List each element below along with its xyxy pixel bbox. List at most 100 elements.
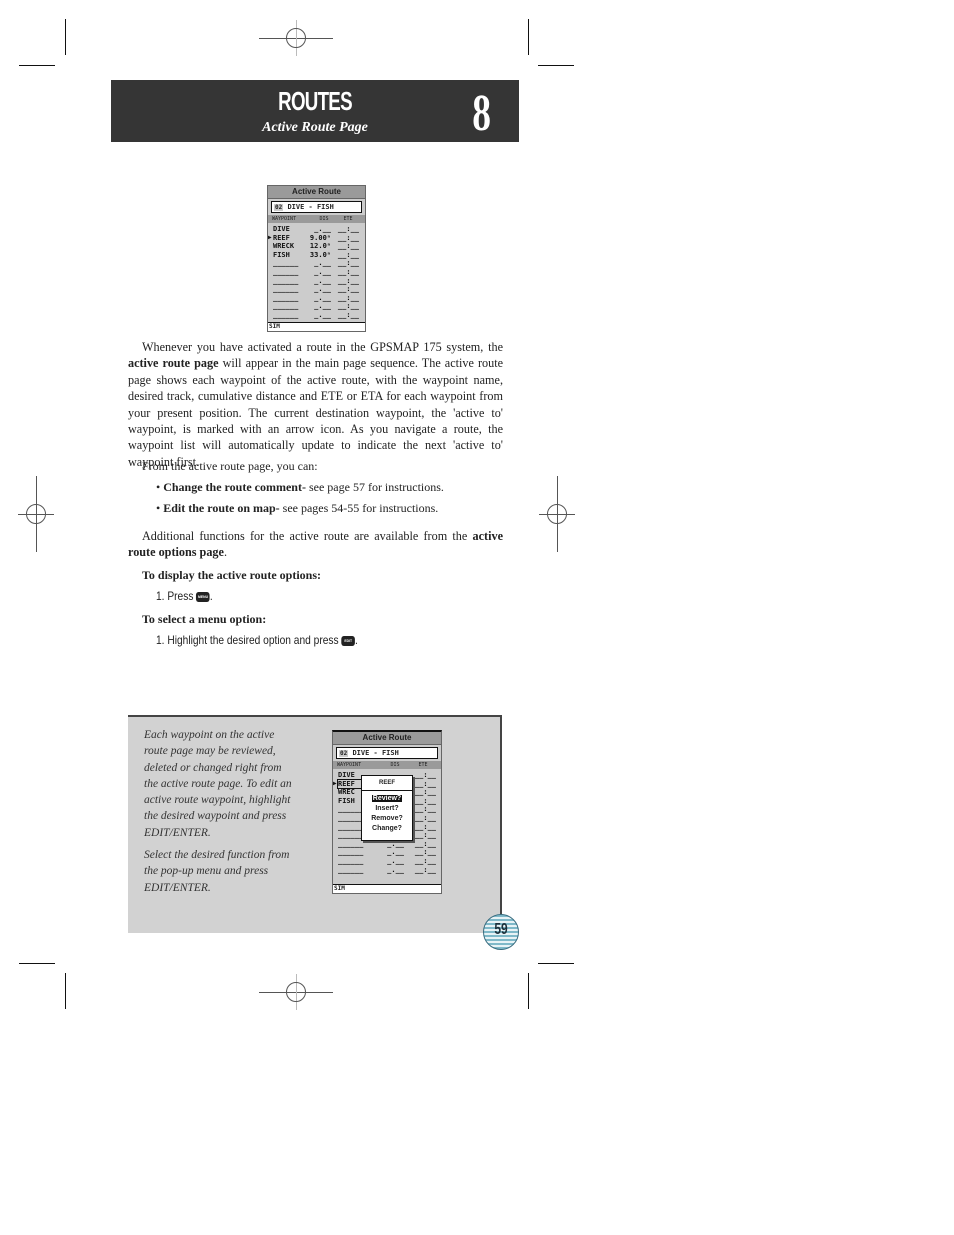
waypoint-row[interactable]: FISH 33.0ⁿ __:__ <box>268 251 365 260</box>
menu-key-icon: MENU <box>196 591 210 602</box>
status-bar: SIM <box>268 322 365 331</box>
active-route-screen: Active Route 02 DIVE - FISH WAYPOINT DIS… <box>267 185 366 332</box>
waypoint-row[interactable]: ______ _.__ __:__ <box>333 840 441 849</box>
waypoint-distance: 12.0ⁿ <box>309 242 331 251</box>
waypoint-row[interactable]: ▶ REEF 9.00ⁿ __:__ <box>268 234 365 243</box>
waypoint-row[interactable]: ______ _.__ __:__ <box>268 268 365 277</box>
col-dis: DIS <box>390 762 400 768</box>
page-number: 59 <box>494 921 508 938</box>
waypoint-ete: __:__ <box>337 242 359 251</box>
waypoint-row[interactable]: ______ _.__ __:__ <box>268 311 365 320</box>
waypoint-row[interactable]: ______ _.__ __:__ <box>268 277 365 286</box>
waypoint-distance: _.__ <box>314 259 331 268</box>
waypoint-row[interactable]: ______ _.__ __:__ <box>268 302 365 311</box>
waypoint-name: ______ <box>273 293 299 302</box>
waypoint-distance: 33.0ⁿ <box>309 250 331 259</box>
procedure-heading: To select a menu option: <box>142 612 267 626</box>
crop-mark <box>19 65 55 66</box>
waypoint-ete: __:__ <box>337 285 359 294</box>
waypoint-row[interactable]: ______ _.__ __:__ <box>268 259 365 268</box>
waypoint-ete: __:__ <box>337 276 359 285</box>
waypoint-distance: _.__ <box>387 848 404 857</box>
screen-title: Active Route <box>333 732 441 745</box>
waypoint-ete: __:__ <box>337 267 359 276</box>
waypoint-ete: __:__ <box>337 259 359 268</box>
col-ete: ETE <box>343 216 353 222</box>
waypoint-ete: __:__ <box>414 865 436 874</box>
route-name: DIVE - FISH <box>352 749 399 757</box>
popup-option-change[interactable]: Change? <box>362 824 412 834</box>
crop-mark <box>528 19 529 55</box>
route-number: 02 <box>339 750 349 757</box>
route-name-field: 02 DIVE - FISH <box>271 201 362 213</box>
waypoint-distance: _.__ <box>387 856 404 865</box>
col-dis: DIS <box>319 216 329 222</box>
edit-enter-key-icon: EDIT ENTER <box>341 635 356 653</box>
procedure-step: 1. Highlight the desired option and pres… <box>156 633 358 653</box>
registration-mark <box>18 476 54 552</box>
column-headers: WAYPOINT DIS ETE <box>268 215 365 223</box>
procedure-step: 1. Press MENU. <box>156 589 213 603</box>
popup-option-insert[interactable]: Insert? <box>362 804 412 814</box>
screen-title: Active Route <box>268 186 365 199</box>
waypoint-ete: __:__ <box>337 302 359 311</box>
popup-option-label: Change? <box>372 825 402 832</box>
popup-option-label: Remove? <box>371 815 403 822</box>
active-route-popup-screen: Active Route 02 DIVE - FISH WAYPOINT DIS… <box>332 730 442 894</box>
waypoint-row[interactable]: ______ _.__ __:__ <box>268 294 365 303</box>
registration-mark <box>259 974 333 1010</box>
chapter-title: ROUTES <box>278 86 352 116</box>
popup-title: REEF <box>362 776 412 791</box>
waypoint-ete: __:__ <box>337 250 359 259</box>
crop-mark <box>538 963 574 964</box>
chapter-header: ROUTES Active Route Page 8 <box>111 80 519 142</box>
waypoint-name: WRECK <box>273 242 295 251</box>
waypoint-name: ______ <box>273 267 299 276</box>
waypoint-distance: 9.00ⁿ <box>309 233 331 242</box>
bullet-item: • Change the route comment- see page 57 … <box>156 480 444 494</box>
waypoint-name: ______ <box>273 310 299 319</box>
waypoint-name: REEF <box>273 233 290 242</box>
crop-mark <box>65 973 66 1009</box>
col-waypoint: WAYPOINT <box>337 762 362 768</box>
waypoint-name: ______ <box>338 848 364 857</box>
waypoint-row[interactable]: ______ _.__ __:__ <box>333 857 441 866</box>
waypoint-row[interactable]: ______ _.__ __:__ <box>333 866 441 875</box>
waypoint-ete: __:__ <box>337 233 359 242</box>
from-text: From the active route page, you can: <box>142 459 318 473</box>
route-name: DIVE - FISH <box>287 203 334 211</box>
waypoint-list: DIVE _.__ __:__ ▶ REEF 9.00ⁿ __:__ WRECK 12.0ⁿ __… <box>268 223 365 328</box>
waypoint-distance: _.__ <box>314 276 331 285</box>
waypoint-distance: _.__ <box>314 225 331 233</box>
crop-mark <box>538 65 574 66</box>
waypoint-distance: _.__ <box>387 865 404 874</box>
registration-mark <box>539 476 575 552</box>
registration-mark <box>259 20 333 56</box>
popup-option-remove[interactable]: Remove? <box>362 814 412 824</box>
crop-mark <box>65 19 66 55</box>
procedure-heading: To display the active route options: <box>142 568 322 582</box>
waypoint-distance: _.__ <box>314 310 331 319</box>
popup-option-review[interactable]: Review? <box>362 794 412 804</box>
waypoint-distance: _.__ <box>314 267 331 276</box>
column-headers: WAYPOINT DIS ETE <box>333 761 441 769</box>
waypoint-name: ______ <box>338 839 364 848</box>
waypoint-row[interactable]: ______ _.__ __:__ <box>333 848 441 857</box>
waypoint-name: FISH <box>273 250 290 259</box>
col-waypoint: WAYPOINT <box>272 216 297 222</box>
waypoint-row[interactable]: DIVE _.__ __:__ <box>268 225 365 234</box>
waypoint-distance: _.__ <box>314 285 331 294</box>
route-number: 02 <box>274 204 284 211</box>
sidebar-caption: Each waypoint on the active route page m… <box>144 729 292 894</box>
waypoint-name: ______ <box>273 285 299 294</box>
waypoint-name: DIVE <box>273 225 290 233</box>
popup-option-label: Review? <box>371 795 403 802</box>
waypoint-row[interactable]: WRECK 12.0ⁿ __:__ <box>268 242 365 251</box>
waypoint-name: ______ <box>273 276 299 285</box>
waypoint-row[interactable]: ______ _.__ __:__ <box>268 285 365 294</box>
popup-option-label: Insert? <box>375 805 399 812</box>
waypoint-ete: __:__ <box>337 225 359 233</box>
status-bar: SIM <box>333 884 441 893</box>
sidebar-note: Each waypoint on the active route page m… <box>128 715 502 933</box>
options-paragraph: Additional functions for the active rout… <box>128 529 503 560</box>
